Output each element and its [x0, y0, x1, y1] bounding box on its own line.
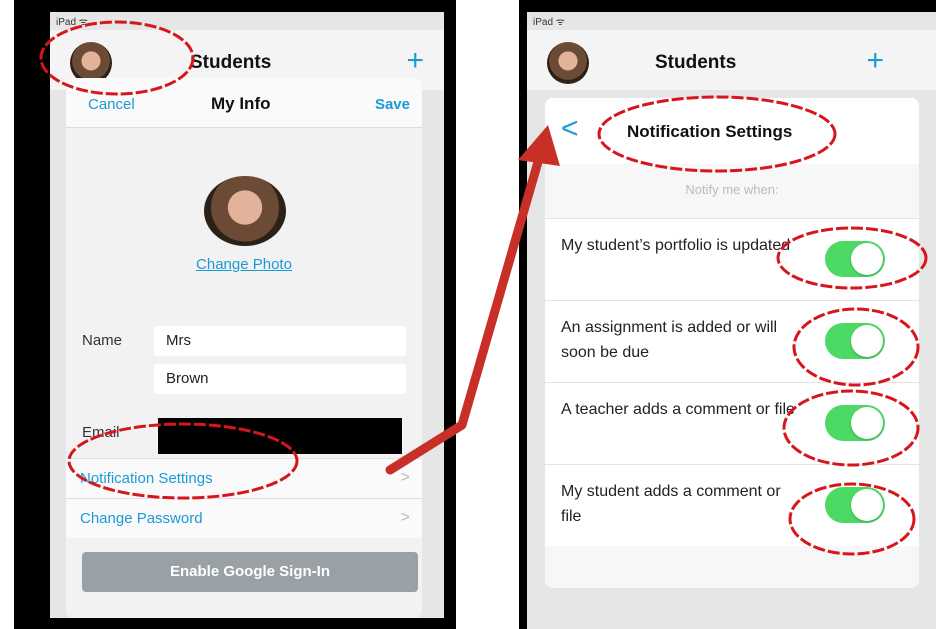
- back-chevron-icon[interactable]: <: [561, 112, 579, 146]
- cancel-button[interactable]: Cancel: [88, 96, 135, 113]
- chevron-right-icon: >: [400, 469, 410, 486]
- modal-title: My Info: [211, 94, 271, 113]
- setting-toggle[interactable]: [825, 405, 885, 441]
- save-button[interactable]: Save: [375, 96, 410, 113]
- setting-toggle[interactable]: [825, 323, 885, 359]
- first-name-field[interactable]: Mrs: [154, 326, 406, 356]
- modal-title: Notification Settings: [627, 122, 793, 141]
- setting-row: A teacher adds a comment or file: [545, 382, 919, 464]
- name-label: Name: [82, 332, 123, 349]
- right-screen: iPad ᯤ Students + < Notification Setting…: [527, 12, 936, 629]
- profile-avatar[interactable]: [547, 42, 589, 84]
- add-icon[interactable]: +: [866, 44, 884, 78]
- my-info-modal: Cancel My Info Save Change Photo Name Mr…: [66, 78, 422, 618]
- add-icon[interactable]: +: [406, 44, 424, 78]
- change-password-label: Change Password: [80, 510, 203, 527]
- email-redaction: [158, 418, 402, 454]
- nav-title: Students: [190, 52, 272, 73]
- status-bar: iPad ᯤ: [56, 17, 88, 28]
- notification-settings-row[interactable]: Notification Settings >: [66, 458, 422, 498]
- change-password-row[interactable]: Change Password >: [66, 498, 422, 538]
- nav-title: Students: [655, 52, 737, 73]
- setting-label: My student adds a comment or file: [561, 483, 781, 525]
- toggle-knob: [851, 489, 883, 521]
- setting-toggle[interactable]: [825, 241, 885, 277]
- modal-header: Cancel My Info Save: [66, 78, 422, 128]
- chevron-right-icon: >: [400, 509, 410, 526]
- notification-settings-modal: < Notification Settings Notify me when: …: [545, 98, 919, 588]
- profile-photo: [204, 176, 286, 246]
- setting-toggle[interactable]: [825, 487, 885, 523]
- setting-label: My student’s portfolio is updated: [561, 237, 791, 254]
- left-screen: iPad ᯤ Students + Cancel My Info Save Ch…: [50, 12, 444, 618]
- email-label: Email: [82, 424, 120, 441]
- last-name-field[interactable]: Brown: [154, 364, 406, 394]
- setting-label: An assignment is added or will soon be d…: [561, 319, 778, 361]
- right-phone-screenshot: iPad ᯤ Students + < Notification Setting…: [519, 0, 936, 629]
- change-photo-link[interactable]: Change Photo: [66, 256, 422, 273]
- toggle-knob: [851, 325, 883, 357]
- setting-label: A teacher adds a comment or file: [561, 401, 795, 418]
- setting-row: My student adds a comment or file: [545, 464, 919, 546]
- modal-header: < Notification Settings: [545, 98, 919, 164]
- nav-bar: Students +: [527, 30, 936, 90]
- left-phone-screenshot: iPad ᯤ Students + Cancel My Info Save Ch…: [14, 0, 456, 629]
- notification-settings-label: Notification Settings: [80, 470, 213, 487]
- setting-row: My student’s portfolio is updated: [545, 218, 919, 300]
- enable-google-signin-button[interactable]: Enable Google Sign-In: [82, 552, 418, 592]
- notify-when-caption: Notify me when:: [685, 182, 779, 197]
- toggle-knob: [851, 243, 883, 275]
- setting-row: An assignment is added or will soon be d…: [545, 300, 919, 382]
- status-bar: iPad ᯤ: [533, 17, 565, 28]
- toggle-knob: [851, 407, 883, 439]
